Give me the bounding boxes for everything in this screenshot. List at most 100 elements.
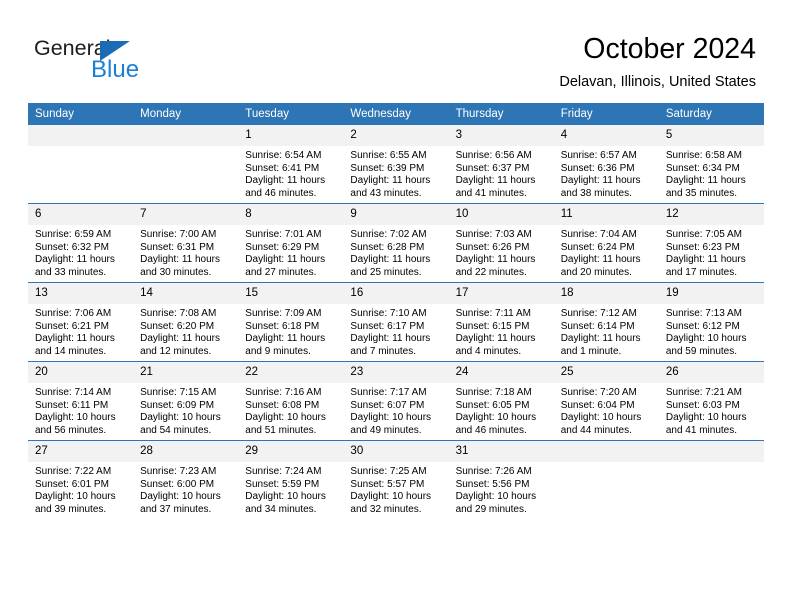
calendar-body: 1 Sunrise: 6:54 AM Sunset: 6:41 PM Daylight… xyxy=(28,125,764,519)
day-number-placeholder xyxy=(553,441,659,462)
sunset-text: Sunset: 6:26 PM xyxy=(455,241,530,253)
sunset-text: Sunset: 6:29 PM xyxy=(245,241,320,253)
sunrise-text: Sunrise: 7:18 AM xyxy=(455,387,532,398)
day-number: 10 xyxy=(448,204,554,225)
calendar-day-cell[interactable]: 7 Sunrise: 7:00 AM Sunset: 6:31 PM Daylight… xyxy=(133,203,239,283)
calendar-day-cell[interactable]: 2 Sunrise: 6:55 AM Sunset: 6:39 PM Daylight… xyxy=(343,125,449,204)
day-info: Sunrise: 7:05 AM Sunset: 6:23 PM Daylight:… xyxy=(659,225,764,279)
day-number: 6 xyxy=(28,204,134,225)
sunset-text: Sunset: 6:11 PM xyxy=(35,399,109,411)
sunset-text: Sunset: 6:28 PM xyxy=(350,241,425,253)
calendar-day-cell[interactable]: 26 Sunrise: 7:21 AM Sunset: 6:03 PM Dayligh… xyxy=(658,361,764,441)
weekday-header-monday: Monday xyxy=(133,103,239,125)
sunset-text: Sunset: 6:00 PM xyxy=(140,478,215,490)
sunrise-text: Sunrise: 7:02 AM xyxy=(350,229,427,240)
calendar-cell-empty xyxy=(133,125,239,204)
calendar-day-cell[interactable]: 23 Sunrise: 7:17 AM Sunset: 6:07 PM Dayligh… xyxy=(343,361,449,441)
calendar-week-row: 13 Sunrise: 7:06 AM Sunset: 6:21 PM Dayligh… xyxy=(28,282,764,362)
sunset-text: Sunset: 6:23 PM xyxy=(665,241,740,253)
calendar-day-cell[interactable]: 1 Sunrise: 6:54 AM Sunset: 6:41 PM Daylight… xyxy=(238,125,344,204)
daylight-text: Daylight: 10 hours and 37 minutes. xyxy=(140,491,221,515)
sunset-text: Sunset: 6:04 PM xyxy=(560,399,635,411)
day-info: Sunrise: 7:23 AM Sunset: 6:00 PM Daylight:… xyxy=(133,462,238,516)
day-info: Sunrise: 7:20 AM Sunset: 6:04 PM Daylight:… xyxy=(554,383,659,437)
day-number: 19 xyxy=(658,283,764,304)
calendar-day-cell[interactable]: 28 Sunrise: 7:23 AM Sunset: 6:00 PM Dayligh… xyxy=(133,440,239,519)
weekday-header-thursday: Thursday xyxy=(448,103,554,125)
calendar-day-cell[interactable]: 13 Sunrise: 7:06 AM Sunset: 6:21 PM Dayligh… xyxy=(28,282,134,362)
calendar-day-cell[interactable]: 9 Sunrise: 7:02 AM Sunset: 6:28 PM Daylight… xyxy=(343,203,449,283)
calendar-day-cell[interactable]: 21 Sunrise: 7:15 AM Sunset: 6:09 PM Dayligh… xyxy=(133,361,239,441)
calendar-day-cell[interactable]: 5 Sunrise: 6:58 AM Sunset: 6:34 PM Daylight… xyxy=(658,125,764,204)
day-info: Sunrise: 7:12 AM Sunset: 6:14 PM Daylight:… xyxy=(554,304,659,358)
daylight-text: Daylight: 10 hours and 59 minutes. xyxy=(665,333,747,357)
daylight-text: Daylight: 11 hours and 41 minutes. xyxy=(455,175,536,199)
day-info: Sunrise: 7:17 AM Sunset: 6:07 PM Daylight:… xyxy=(343,383,448,437)
day-info: Sunrise: 7:13 AM Sunset: 6:12 PM Daylight:… xyxy=(659,304,764,358)
sunrise-text: Sunrise: 7:11 AM xyxy=(455,308,531,319)
sunrise-text: Sunrise: 7:04 AM xyxy=(560,229,637,240)
calendar-day-cell[interactable]: 16 Sunrise: 7:10 AM Sunset: 6:17 PM Dayligh… xyxy=(343,282,449,362)
sunrise-text: Sunrise: 7:16 AM xyxy=(245,387,322,398)
day-number: 18 xyxy=(553,283,659,304)
calendar-day-cell[interactable]: 25 Sunrise: 7:20 AM Sunset: 6:04 PM Dayligh… xyxy=(553,361,659,441)
day-number: 5 xyxy=(658,125,764,146)
calendar-day-cell[interactable]: 11 Sunrise: 7:04 AM Sunset: 6:24 PM Dayligh… xyxy=(553,203,659,283)
calendar-page: General Blue October 2024 Delavan, Illin… xyxy=(0,0,792,612)
day-number: 1 xyxy=(238,125,344,146)
calendar-day-cell[interactable]: 18 Sunrise: 7:12 AM Sunset: 6:14 PM Dayligh… xyxy=(553,282,659,362)
day-number: 7 xyxy=(133,204,239,225)
calendar-cell-empty xyxy=(658,440,764,519)
calendar-day-cell[interactable]: 3 Sunrise: 6:56 AM Sunset: 6:37 PM Daylight… xyxy=(448,125,554,204)
sunset-text: Sunset: 6:17 PM xyxy=(350,320,425,332)
calendar-day-cell[interactable]: 6 Sunrise: 6:59 AM Sunset: 6:32 PM Daylight… xyxy=(28,203,134,283)
page-subtitle-location: Delavan, Illinois, United States xyxy=(559,74,756,90)
sunrise-text: Sunrise: 6:57 AM xyxy=(560,150,637,161)
daylight-text: Daylight: 10 hours and 51 minutes. xyxy=(245,412,326,436)
day-info: Sunrise: 6:54 AM Sunset: 6:41 PM Daylight:… xyxy=(238,146,343,200)
general-blue-logo[interactable]: General Blue xyxy=(34,36,214,90)
day-number: 17 xyxy=(448,283,554,304)
weekday-header-saturday: Saturday xyxy=(658,103,764,125)
daylight-text: Daylight: 11 hours and 38 minutes. xyxy=(560,175,641,199)
day-number: 4 xyxy=(553,125,659,146)
sunrise-text: Sunrise: 7:10 AM xyxy=(350,308,427,319)
daylight-text: Daylight: 11 hours and 14 minutes. xyxy=(35,333,115,357)
day-number-placeholder xyxy=(658,441,764,462)
sunrise-text: Sunrise: 6:59 AM xyxy=(35,229,112,240)
calendar-day-cell[interactable]: 8 Sunrise: 7:01 AM Sunset: 6:29 PM Daylight… xyxy=(238,203,344,283)
day-info: Sunrise: 7:16 AM Sunset: 6:08 PM Daylight:… xyxy=(238,383,343,437)
calendar-day-cell[interactable]: 22 Sunrise: 7:16 AM Sunset: 6:08 PM Dayligh… xyxy=(238,361,344,441)
day-info: Sunrise: 6:56 AM Sunset: 6:37 PM Daylight:… xyxy=(449,146,554,200)
day-number: 12 xyxy=(658,204,764,225)
daylight-text: Daylight: 10 hours and 32 minutes. xyxy=(350,491,432,515)
calendar-day-cell[interactable]: 17 Sunrise: 7:11 AM Sunset: 6:15 PM Dayligh… xyxy=(448,282,554,362)
calendar-day-cell[interactable]: 20 Sunrise: 7:14 AM Sunset: 6:11 PM Dayligh… xyxy=(28,361,134,441)
calendar-day-cell[interactable]: 15 Sunrise: 7:09 AM Sunset: 6:18 PM Dayligh… xyxy=(238,282,344,362)
calendar-day-cell[interactable]: 27 Sunrise: 7:22 AM Sunset: 6:01 PM Dayligh… xyxy=(28,440,134,519)
sunrise-text: Sunrise: 7:21 AM xyxy=(665,387,742,398)
day-info: Sunrise: 7:04 AM Sunset: 6:24 PM Daylight:… xyxy=(554,225,659,279)
calendar-day-cell[interactable]: 19 Sunrise: 7:13 AM Sunset: 6:12 PM Dayligh… xyxy=(658,282,764,362)
day-info: Sunrise: 7:03 AM Sunset: 6:26 PM Daylight:… xyxy=(449,225,554,279)
sunrise-text: Sunrise: 7:15 AM xyxy=(140,387,217,398)
calendar-day-cell[interactable]: 14 Sunrise: 7:08 AM Sunset: 6:20 PM Dayligh… xyxy=(133,282,239,362)
calendar-day-cell[interactable]: 31 Sunrise: 7:26 AM Sunset: 5:56 PM Dayligh… xyxy=(448,440,554,519)
calendar-day-cell[interactable]: 4 Sunrise: 6:57 AM Sunset: 6:36 PM Daylight… xyxy=(553,125,659,204)
sunset-text: Sunset: 6:15 PM xyxy=(455,320,530,332)
day-info: Sunrise: 7:06 AM Sunset: 6:21 PM Daylight:… xyxy=(28,304,133,358)
day-info: Sunrise: 7:25 AM Sunset: 5:57 PM Daylight:… xyxy=(343,462,448,516)
calendar-day-cell[interactable]: 24 Sunrise: 7:18 AM Sunset: 6:05 PM Dayligh… xyxy=(448,361,554,441)
day-number: 13 xyxy=(28,283,134,304)
weekday-header-wednesday: Wednesday xyxy=(343,103,449,125)
sunset-text: Sunset: 6:05 PM xyxy=(455,399,530,411)
calendar-day-cell[interactable]: 30 Sunrise: 7:25 AM Sunset: 5:57 PM Dayligh… xyxy=(343,440,449,519)
calendar-day-cell[interactable]: 29 Sunrise: 7:24 AM Sunset: 5:59 PM Dayligh… xyxy=(238,440,344,519)
sunrise-text: Sunrise: 7:05 AM xyxy=(665,229,742,240)
day-number: 20 xyxy=(28,362,134,383)
calendar-cell-empty xyxy=(28,125,134,204)
calendar-day-cell[interactable]: 12 Sunrise: 7:05 AM Sunset: 6:23 PM Dayligh… xyxy=(658,203,764,283)
daylight-text: Daylight: 11 hours and 30 minutes. xyxy=(140,254,220,278)
calendar-day-cell[interactable]: 10 Sunrise: 7:03 AM Sunset: 6:26 PM Dayligh… xyxy=(448,203,554,283)
sunset-text: Sunset: 6:24 PM xyxy=(560,241,635,253)
